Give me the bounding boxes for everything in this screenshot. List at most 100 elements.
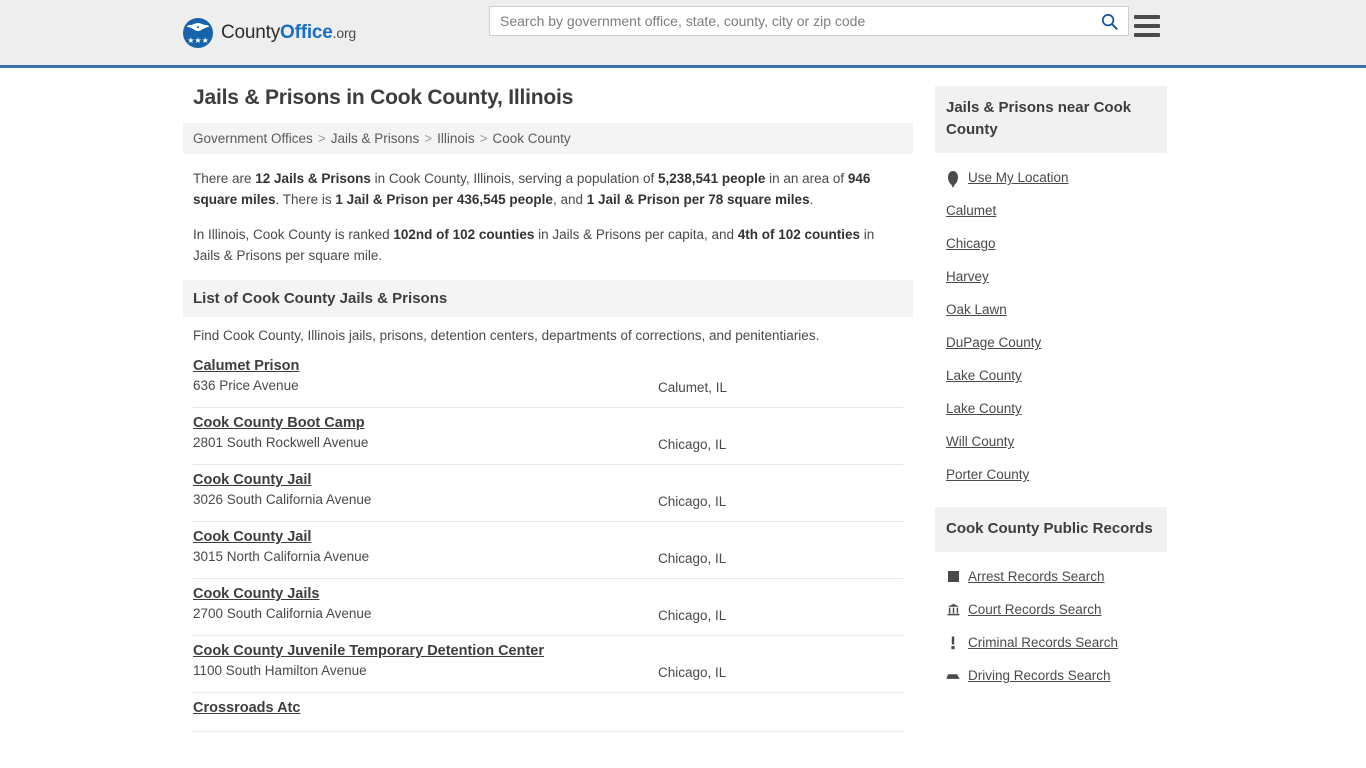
- sidebar-item-will-county[interactable]: Will County: [946, 425, 1156, 458]
- sidebar-item-chicago[interactable]: Chicago: [946, 227, 1156, 260]
- breadcrumb-item-jails-prisons[interactable]: Jails & Prisons: [331, 131, 420, 146]
- jails-prisons-list: Calumet Prison 636 Price Avenue Calumet,…: [183, 357, 913, 732]
- listing-left: Calumet Prison 636 Price Avenue: [193, 357, 658, 393]
- search-bar[interactable]: [489, 6, 1160, 37]
- listing-name-link[interactable]: Cook County Jail: [193, 472, 311, 488]
- sidebar: Jails & Prisons near Cook County Use My …: [935, 86, 1167, 708]
- list-item[interactable]: Cook County Boot Camp 2801 South Rockwel…: [193, 408, 903, 465]
- sidebar-item-label[interactable]: Lake County: [946, 368, 1022, 383]
- listing-left: Cook County Juvenile Temporary Detention…: [193, 642, 658, 678]
- site-logo-link[interactable]: ★★★ CountyOffice.org: [183, 17, 357, 48]
- listing-city: Chicago, IL: [658, 665, 727, 680]
- search-input[interactable]: [490, 7, 1090, 35]
- listing-name-link[interactable]: Cook County Jails: [193, 586, 320, 602]
- sidebar-item-lake-county-1[interactable]: Lake County: [946, 359, 1156, 392]
- sidebar-item-label[interactable]: Porter County: [946, 467, 1029, 482]
- nearby-card-title: Jails & Prisons near Cook County: [935, 86, 1167, 153]
- sidebar-item-calumet[interactable]: Calumet: [946, 194, 1156, 227]
- sidebar-item-label[interactable]: Criminal Records Search: [968, 635, 1118, 650]
- sidebar-item-criminal-records-search[interactable]: Criminal Records Search: [946, 626, 1156, 659]
- sidebar-item-label[interactable]: Calumet: [946, 203, 996, 218]
- sidebar-item-use-my-location[interactable]: Use My Location: [946, 161, 1156, 194]
- stat-text: in Cook County, Illinois, serving a popu…: [370, 171, 659, 186]
- sidebar-item-lake-county-2[interactable]: Lake County: [946, 392, 1156, 425]
- hamburger-menu-button[interactable]: [1134, 15, 1160, 37]
- logo-stars: ★★★: [187, 35, 209, 45]
- sidebar-item-label[interactable]: Harvey: [946, 269, 989, 284]
- brand-part-org: .org: [332, 24, 357, 41]
- stat-rank-per-capita: 102nd of 102 counties: [393, 227, 535, 242]
- listing-right: Chicago, IL: [658, 642, 903, 682]
- list-item[interactable]: Cook County Juvenile Temporary Detention…: [193, 636, 903, 693]
- breadcrumb-separator: >: [424, 131, 433, 146]
- sidebar-item-label[interactable]: Will County: [946, 434, 1014, 449]
- stat-per-square-mile: 1 Jail & Prison per 78 square miles: [586, 192, 810, 207]
- sidebar-item-arrest-records-search[interactable]: Arrest Records Search: [946, 560, 1156, 593]
- stat-text: .: [809, 192, 814, 207]
- list-item[interactable]: Cook County Jail 3015 North California A…: [193, 522, 903, 579]
- listing-address: 3026 South California Avenue: [193, 492, 372, 507]
- sidebar-item-driving-records-search[interactable]: Driving Records Search: [946, 659, 1156, 692]
- public-records-card: Cook County Public Records Arrest Record…: [935, 507, 1167, 692]
- listing-name-link[interactable]: Crossroads Atc: [193, 700, 300, 716]
- listing-city: Chicago, IL: [658, 494, 727, 509]
- map-pin-icon: [946, 170, 960, 188]
- sidebar-item-label[interactable]: Chicago: [946, 236, 996, 251]
- sidebar-item-label[interactable]: Oak Lawn: [946, 302, 1007, 317]
- search-icon: [1101, 13, 1118, 30]
- listing-left: Cook County Jails 2700 South California …: [193, 585, 658, 621]
- statistics-paragraph-1: There are 12 Jails & Prisons in Cook Cou…: [193, 168, 903, 210]
- sidebar-item-label[interactable]: Lake County: [946, 401, 1022, 416]
- public-records-links-list: Arrest Records Search Court Records Sear…: [935, 552, 1167, 692]
- sidebar-item-porter-county[interactable]: Porter County: [946, 458, 1156, 491]
- sidebar-item-dupage-county[interactable]: DuPage County: [946, 326, 1156, 359]
- sidebar-item-label[interactable]: Arrest Records Search: [968, 569, 1105, 584]
- list-item[interactable]: Calumet Prison 636 Price Avenue Calumet,…: [193, 357, 903, 408]
- list-section-description: Find Cook County, Illinois jails, prison…: [193, 328, 820, 343]
- listing-left: Cook County Jail 3026 South California A…: [193, 471, 658, 507]
- statistics-paragraph-2: In Illinois, Cook County is ranked 102nd…: [193, 224, 903, 266]
- hamburger-bar-3: [1134, 33, 1160, 37]
- listing-right: [658, 699, 903, 721]
- listing-address: 636 Price Avenue: [193, 378, 299, 393]
- stat-rank-per-square-mile: 4th of 102 counties: [737, 227, 861, 242]
- hamburger-bar-1: [1134, 15, 1160, 19]
- sidebar-item-label[interactable]: Use My Location: [968, 170, 1069, 185]
- stat-text: in an area of: [765, 171, 848, 186]
- listing-city: Chicago, IL: [658, 437, 727, 452]
- listing-city: Chicago, IL: [658, 551, 727, 566]
- stat-per-capita: 1 Jail & Prison per 436,545 people: [335, 192, 553, 207]
- listing-left: Cook County Jail 3015 North California A…: [193, 528, 658, 564]
- listing-name-link[interactable]: Cook County Boot Camp: [193, 415, 365, 431]
- eagle-emblem-icon: [187, 22, 209, 31]
- listing-name-link[interactable]: Cook County Juvenile Temporary Detention…: [193, 643, 544, 659]
- sidebar-item-label[interactable]: Driving Records Search: [968, 668, 1111, 683]
- page-container: Jails & Prisons in Cook County, Illinois…: [183, 68, 1183, 732]
- sidebar-item-oak-lawn[interactable]: Oak Lawn: [946, 293, 1156, 326]
- list-item[interactable]: Cook County Jail 3026 South California A…: [193, 465, 903, 522]
- breadcrumb-item-illinois[interactable]: Illinois: [437, 131, 475, 146]
- breadcrumb-item-cook-county[interactable]: Cook County: [493, 131, 571, 146]
- list-section-header: List of Cook County Jails & Prisons: [183, 280, 913, 317]
- listing-name-link[interactable]: Cook County Jail: [193, 529, 311, 545]
- listing-right: Calumet, IL: [658, 357, 903, 397]
- main-content-column: Jails & Prisons in Cook County, Illinois…: [183, 86, 913, 732]
- sidebar-item-label[interactable]: Court Records Search: [968, 602, 1102, 617]
- list-item[interactable]: Crossroads Atc: [193, 693, 903, 732]
- sidebar-item-label[interactable]: DuPage County: [946, 335, 1041, 350]
- listing-city: Chicago, IL: [658, 608, 727, 623]
- brand-part-office: Office: [280, 21, 333, 43]
- breadcrumb-item-government-offices[interactable]: Government Offices: [193, 131, 313, 146]
- listing-name-link[interactable]: Calumet Prison: [193, 358, 299, 374]
- stat-text: , and: [552, 192, 587, 207]
- site-header: ★★★ CountyOffice.org: [0, 0, 1366, 68]
- list-item[interactable]: Cook County Jails 2700 South California …: [193, 579, 903, 636]
- listing-left: Cook County Boot Camp 2801 South Rockwel…: [193, 414, 658, 450]
- sidebar-item-court-records-search[interactable]: Court Records Search: [946, 593, 1156, 626]
- nearby-jails-prisons-card: Jails & Prisons near Cook County Use My …: [935, 86, 1167, 491]
- sidebar-item-harvey[interactable]: Harvey: [946, 260, 1156, 293]
- search-button[interactable]: [1090, 7, 1128, 35]
- stat-text: in Jails & Prisons per capita, and: [534, 227, 738, 242]
- stat-text: . There is: [275, 192, 336, 207]
- county-office-logo-icon: ★★★: [183, 17, 213, 48]
